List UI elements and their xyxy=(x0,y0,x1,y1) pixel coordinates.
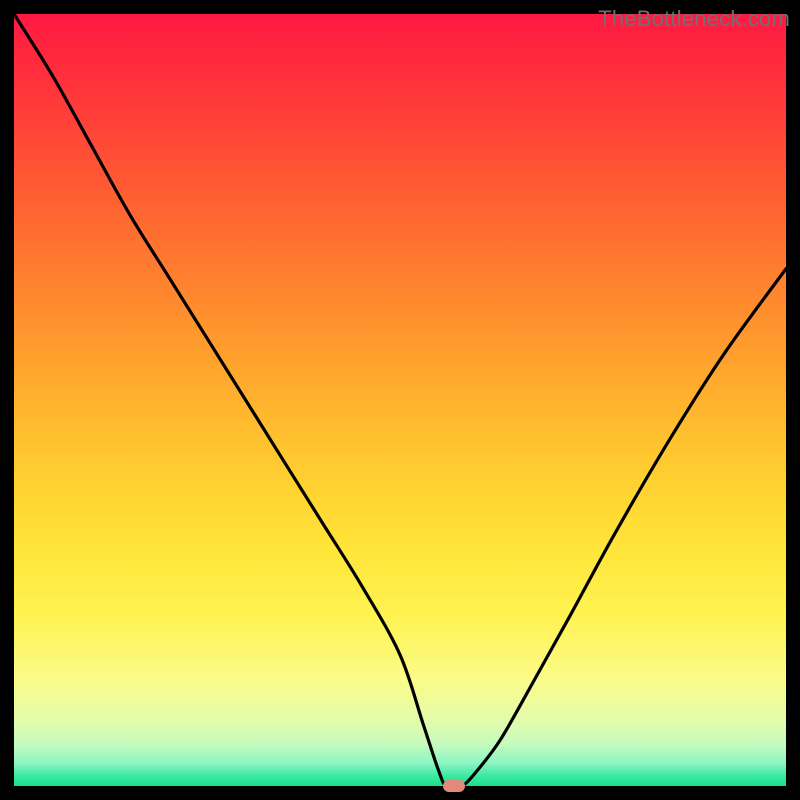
bottleneck-curve xyxy=(14,14,786,786)
curve-path xyxy=(14,14,786,786)
watermark-text: TheBottleneck.com xyxy=(598,6,790,32)
chart-frame: TheBottleneck.com xyxy=(0,0,800,800)
plot-area xyxy=(14,14,786,786)
optimal-point-marker xyxy=(443,780,465,792)
